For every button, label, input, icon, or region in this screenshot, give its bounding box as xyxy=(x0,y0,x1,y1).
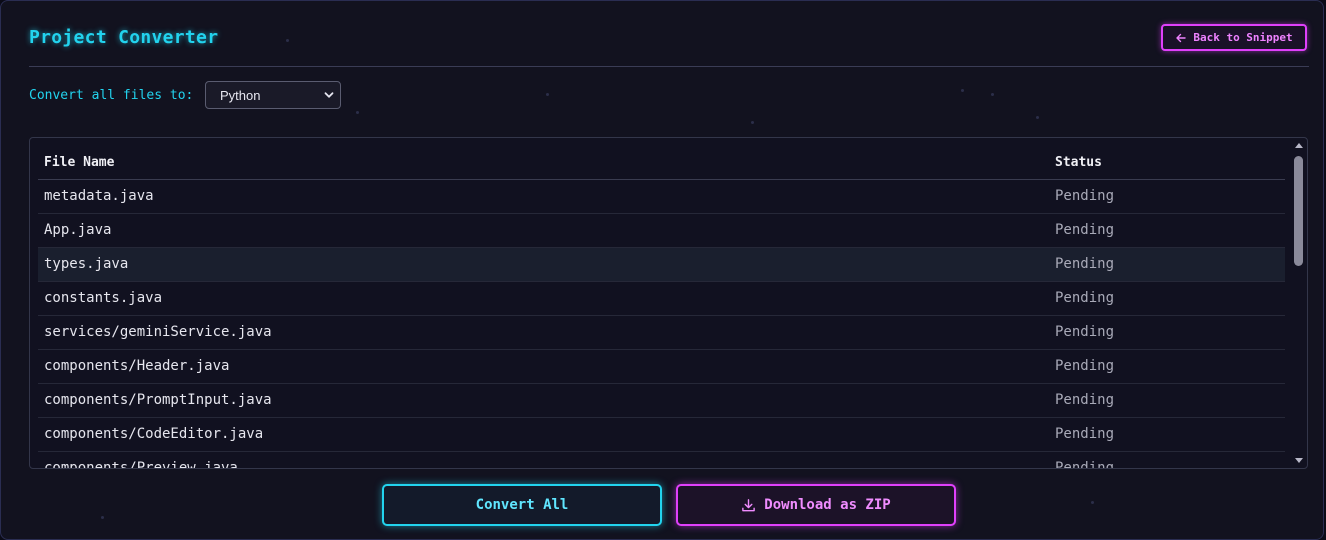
scrollbar-thumb[interactable] xyxy=(1294,156,1303,266)
table-row[interactable]: components/Preview.java Pending xyxy=(38,452,1285,469)
back-to-snippet-button[interactable]: Back to Snippet xyxy=(1161,24,1307,51)
status-cell: Pending xyxy=(1055,290,1115,306)
status-cell: Pending xyxy=(1055,392,1115,408)
table-row[interactable]: services/geminiService.java Pending xyxy=(38,316,1285,350)
table-row[interactable]: components/Header.java Pending xyxy=(38,350,1285,384)
scroll-up-arrow-icon[interactable] xyxy=(1295,143,1303,148)
table-row[interactable]: metadata.java Pending xyxy=(38,180,1285,214)
status-cell: Pending xyxy=(1055,188,1115,204)
page-title: Project Converter xyxy=(29,27,219,48)
status-cell: Pending xyxy=(1055,358,1115,374)
target-language-value: Python xyxy=(220,87,261,103)
status-cell: Pending xyxy=(1055,426,1115,442)
chevron-down-icon xyxy=(324,92,334,98)
target-language-select[interactable]: Python xyxy=(205,81,341,109)
convert-target-label: Convert all files to: xyxy=(29,88,194,103)
table-scrollbar[interactable] xyxy=(1293,140,1305,466)
convert-all-button[interactable]: Convert All xyxy=(382,484,662,526)
status-cell: Pending xyxy=(1055,256,1115,272)
download-icon xyxy=(742,498,756,511)
file-name-cell: services/geminiService.java xyxy=(44,324,272,340)
column-header-file-name: File Name xyxy=(44,155,115,170)
scroll-down-arrow-icon[interactable] xyxy=(1295,458,1303,463)
table-row[interactable]: types.java Pending xyxy=(38,248,1285,282)
file-name-cell: components/Preview.java xyxy=(44,460,238,469)
table-body: metadata.java Pending App.java Pending t… xyxy=(38,180,1285,469)
header-divider xyxy=(29,66,1309,67)
status-cell: Pending xyxy=(1055,460,1115,469)
project-converter-panel: Project Converter Back to Snippet Conver… xyxy=(0,0,1324,540)
table-row[interactable]: components/CodeEditor.java Pending xyxy=(38,418,1285,452)
status-cell: Pending xyxy=(1055,222,1115,238)
table-row[interactable]: App.java Pending xyxy=(38,214,1285,248)
column-header-status: Status xyxy=(1055,155,1102,170)
table-row[interactable]: constants.java Pending xyxy=(38,282,1285,316)
file-name-cell: types.java xyxy=(44,256,129,272)
download-zip-label: Download as ZIP xyxy=(764,497,891,513)
file-name-cell: components/PromptInput.java xyxy=(44,392,272,408)
file-name-cell: components/Header.java xyxy=(44,358,230,374)
table-row[interactable]: components/PromptInput.java Pending xyxy=(38,384,1285,418)
file-name-cell: App.java xyxy=(44,222,112,238)
files-table: File Name Status metadata.java Pending A… xyxy=(29,137,1308,469)
file-name-cell: components/CodeEditor.java xyxy=(44,426,264,442)
download-zip-button[interactable]: Download as ZIP xyxy=(676,484,956,526)
file-name-cell: constants.java xyxy=(44,290,163,306)
status-cell: Pending xyxy=(1055,324,1115,340)
file-name-cell: metadata.java xyxy=(44,188,154,204)
arrow-left-icon xyxy=(1176,33,1187,42)
back-button-label: Back to Snippet xyxy=(1193,31,1293,44)
table-header: File Name Status xyxy=(38,146,1285,180)
